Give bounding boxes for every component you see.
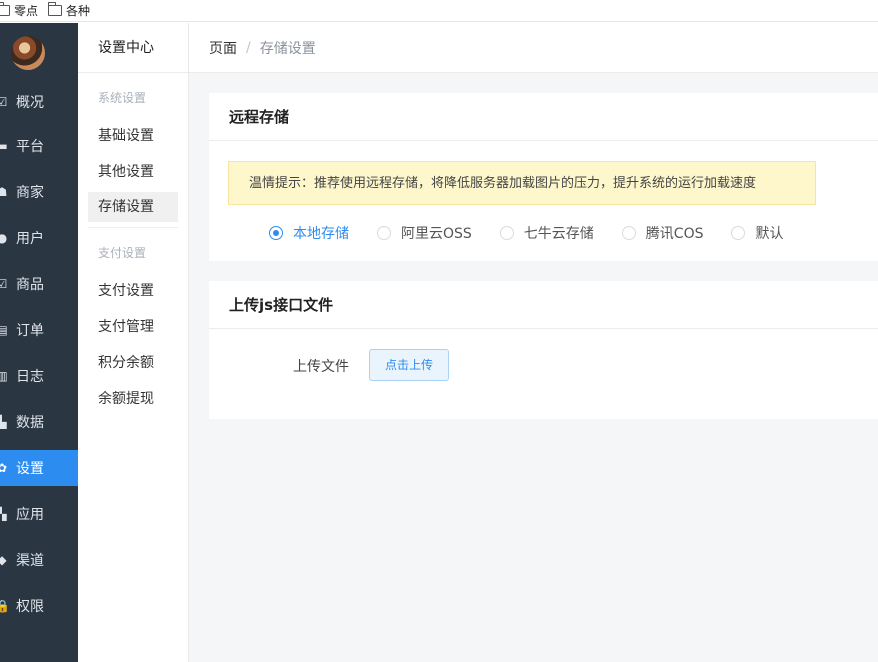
radio-tencent-cos[interactable]: 腾讯COS	[621, 223, 704, 243]
folder-icon	[0, 2, 10, 16]
subnav-item-other[interactable]: 其他设置	[88, 157, 178, 187]
radio-label: 阿里云OSS	[401, 226, 472, 242]
subnav-group-payment: 支付设置	[98, 246, 147, 260]
radio-icon	[621, 226, 636, 240]
bookmark-label: 零点	[14, 4, 39, 18]
radio-aliyun-oss[interactable]: 阿里云OSS	[377, 223, 472, 243]
main-content: 远程存储 温情提示：推荐使用远程存储，将降低服务器加载图片的压力，提升系统的运行…	[189, 73, 878, 662]
subnav-item-basic[interactable]: 基础设置	[88, 121, 178, 151]
subnav-title: 设置中心	[78, 23, 188, 73]
sidebar-item-label: 日志	[16, 369, 44, 385]
radio-label: 默认	[755, 226, 784, 242]
subnav-item-withdraw[interactable]: 余额提现	[88, 384, 178, 414]
settings-subnav: 设置中心 系统设置 基础设置 其他设置 存储设置 支付设置 支付设置 支付管理 …	[78, 23, 189, 662]
bookmark-item[interactable]: 零点	[0, 2, 38, 19]
upload-field-label: 上传文件	[293, 359, 349, 375]
radio-icon	[269, 226, 283, 240]
remote-storage-card: 远程存储 温情提示：推荐使用远程存储，将降低服务器加载图片的压力，提升系统的运行…	[209, 93, 878, 261]
user-icon: ●	[0, 231, 8, 245]
subnav-group-system: 系统设置	[98, 91, 147, 105]
sidebar-item-merchant[interactable]: ☗ 商家	[0, 174, 78, 210]
avatar[interactable]	[11, 36, 45, 70]
log-icon: ▥	[0, 369, 8, 383]
subnav-divider	[88, 227, 178, 228]
bookmark-item[interactable]: 各种	[48, 2, 90, 19]
breadcrumb-current: 存储设置	[259, 40, 316, 57]
subnav-item-payment-settings[interactable]: 支付设置	[88, 276, 178, 306]
sidebar-item-label: 商品	[16, 277, 44, 293]
subnav-item-storage[interactable]: 存储设置	[88, 192, 178, 222]
bookmarks-bar: 零点 各种	[0, 0, 878, 22]
breadcrumb-home[interactable]: 页面	[209, 38, 237, 58]
radio-icon	[731, 226, 746, 240]
platform-icon: ▬	[0, 139, 8, 153]
breadcrumb-separator: /	[246, 39, 251, 56]
radio-label: 本地存储	[293, 226, 349, 242]
bookmark-label: 各种	[66, 4, 91, 18]
overview-icon: ☑	[0, 95, 8, 109]
upload-js-card: 上传js接口文件 上传文件 点击上传	[209, 281, 878, 419]
tip-banner: 温情提示：推荐使用远程存储，将降低服务器加载图片的压力，提升系统的运行加载速度	[228, 161, 816, 205]
sidebar-item-settings[interactable]: ✿ 设置	[0, 450, 78, 486]
sidebar-item-label: 用户	[16, 231, 44, 247]
sidebar-item-label: 商家	[16, 185, 44, 201]
radio-qiniu[interactable]: 七牛云存储	[499, 223, 594, 243]
order-icon: ▤	[0, 323, 8, 337]
radio-local[interactable]: 本地存储	[269, 223, 349, 243]
sidebar-item-label: 权限	[16, 599, 44, 615]
folder-icon	[48, 2, 63, 16]
sidebar-item-label: 应用	[16, 507, 44, 523]
sidebar-item-label: 设置	[16, 461, 44, 477]
radio-icon	[377, 226, 391, 240]
sidebar-item-platform[interactable]: ▬ 平台	[0, 128, 78, 164]
sidebar-item-apps[interactable]: ▚ 应用	[0, 496, 78, 532]
sidebar-item-label: 平台	[16, 139, 44, 155]
card-title: 远程存储	[209, 93, 878, 141]
lock-icon: 🔒	[0, 599, 10, 613]
sidebar-item-channel[interactable]: ◆ 渠道	[0, 542, 78, 578]
sidebar-item-data[interactable]: ▙ 数据	[0, 404, 78, 440]
storage-radio-group: 本地存储 阿里云OSS 七牛云存储 腾讯COS 默认	[269, 223, 811, 243]
radio-label: 七牛云存储	[523, 226, 594, 242]
sidebar-item-permission[interactable]: 🔒 权限	[0, 588, 78, 624]
upload-button[interactable]: 点击上传	[369, 349, 449, 381]
upload-row: 上传文件 点击上传	[209, 349, 878, 381]
radio-icon	[499, 226, 514, 240]
main-sidebar: ☑ 概况 ▬ 平台 ☗ 商家 ● 用户 ☑ 商品 ▤ 订单 ▥ 日志 ▙ 数据 …	[0, 23, 78, 662]
sidebar-item-user[interactable]: ● 用户	[0, 220, 78, 256]
gear-icon: ✿	[0, 461, 8, 475]
subnav-item-payment-manage[interactable]: 支付管理	[88, 312, 178, 342]
sidebar-item-goods[interactable]: ☑ 商品	[0, 266, 78, 302]
sidebar-item-log[interactable]: ▥ 日志	[0, 358, 78, 394]
sidebar-item-overview[interactable]: ☑ 概况	[0, 84, 78, 120]
chart-icon: ▙	[0, 415, 7, 429]
merchant-icon: ☗	[0, 185, 8, 199]
radio-default[interactable]: 默认	[731, 223, 783, 243]
sidebar-item-order[interactable]: ▤ 订单	[0, 312, 78, 348]
card-title: 上传js接口文件	[209, 281, 878, 329]
sidebar-item-label: 概况	[16, 95, 44, 111]
sidebar-item-label: 数据	[16, 415, 44, 431]
sidebar-item-label: 订单	[16, 323, 44, 339]
breadcrumb: 页面 / 存储设置	[189, 23, 878, 73]
sidebar-item-label: 渠道	[16, 553, 44, 569]
subnav-item-points-balance[interactable]: 积分余额	[88, 348, 178, 378]
apps-icon: ▚	[0, 507, 7, 521]
goods-icon: ☑	[0, 277, 8, 291]
channel-icon: ◆	[0, 553, 7, 567]
radio-label: 腾讯COS	[645, 226, 704, 242]
